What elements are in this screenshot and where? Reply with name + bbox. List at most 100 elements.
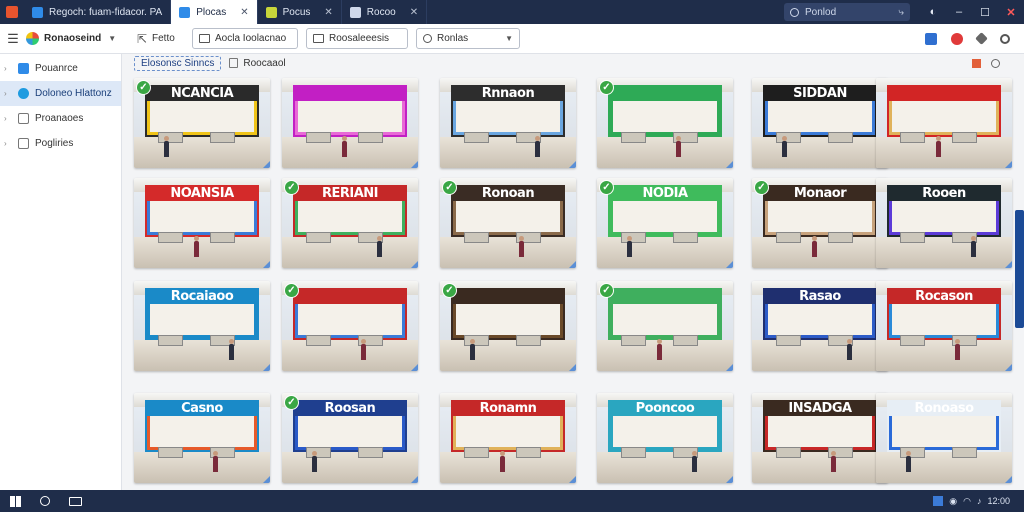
gallery-tile[interactable]: Rnnaon <box>440 78 576 168</box>
tab-3-close-icon[interactable]: ✕ <box>410 7 418 18</box>
gallery-tile[interactable] <box>876 78 1012 168</box>
tab-0[interactable]: Regoch: fuam-fidacor. PA <box>24 0 172 24</box>
check-icon[interactable]: ✓ <box>599 180 614 195</box>
tile-resize-corner-icon <box>411 161 418 168</box>
top-search-input[interactable]: Ponlod ⤷ <box>784 3 910 21</box>
network-icon[interactable]: ◉ <box>949 496 957 507</box>
gallery-tile[interactable]: Ronamn <box>440 393 576 483</box>
tile-store-sign: Pooncoo <box>607 400 723 417</box>
volume-icon[interactable]: ♪ <box>977 496 982 506</box>
toolbar-button-1[interactable]: Aocla Ioolacnao <box>192 28 298 49</box>
toolbar-label[interactable]: Fetto <box>152 33 192 44</box>
tab-2-close-icon[interactable]: ✕ <box>324 7 332 18</box>
gallery-tile[interactable]: ✓ <box>282 281 418 371</box>
globe-icon[interactable]: ◐ <box>920 0 946 24</box>
tile-floor <box>597 452 733 483</box>
record-icon[interactable] <box>951 32 963 45</box>
tab-1[interactable]: Plocas ✕ <box>171 0 258 24</box>
scrollbar-thumb[interactable] <box>1015 210 1024 328</box>
check-icon[interactable]: ✓ <box>284 283 299 298</box>
wifi-icon[interactable]: ◠ <box>963 496 971 507</box>
gallery-tile[interactable]: Ronoan ✓ <box>440 178 576 268</box>
gallery-tile[interactable]: NCANCIA ✓ <box>134 78 270 168</box>
tile-store-sign: Ronamn <box>450 400 566 417</box>
bookmark-icon[interactable]: ⤷ <box>898 7 904 18</box>
clock-text[interactable]: 12:00 <box>987 496 1010 506</box>
toolbar-search-dropdown[interactable]: Ronlas ▼ <box>416 28 520 49</box>
grid-view-icon[interactable] <box>972 58 981 68</box>
minimize-button[interactable]: – <box>946 0 972 24</box>
tile-display-shelf <box>900 232 925 243</box>
system-tray: ◉ ◠ ♪ 12:00 <box>933 496 1024 507</box>
tile-shopper-figure <box>781 136 787 158</box>
tile-resize-corner-icon <box>1005 476 1012 483</box>
check-icon[interactable]: ✓ <box>284 395 299 410</box>
tile-shopper-figure <box>311 451 317 473</box>
check-icon[interactable]: ✓ <box>284 180 299 195</box>
gallery-tile[interactable]: Casno <box>134 393 270 483</box>
check-icon[interactable]: ✓ <box>442 283 457 298</box>
check-icon[interactable]: ✓ <box>599 283 614 298</box>
gallery-tile[interactable]: Rooen <box>876 178 1012 268</box>
tile-shopper-figure <box>656 339 662 361</box>
settings-small-icon[interactable] <box>991 58 1000 68</box>
gallery-tile[interactable]: ✓ <box>597 78 733 168</box>
check-icon[interactable]: ✓ <box>136 80 151 95</box>
toolbar-button-2[interactable]: Roosaleeesis <box>306 28 408 49</box>
breadcrumb[interactable]: Roocaaol <box>229 58 286 69</box>
tile-shopper-figure <box>811 236 817 258</box>
gallery-tile[interactable]: RERIANI ✓ <box>282 178 418 268</box>
collection-filter-pill[interactable]: Elosonsc Sinncs <box>134 55 222 71</box>
tile-store-sign: Ronoaso <box>886 400 1002 417</box>
gallery-tile[interactable]: Monaor ✓ <box>752 178 888 268</box>
check-icon[interactable]: ✓ <box>442 180 457 195</box>
tag-icon[interactable] <box>975 32 988 45</box>
gallery-tile[interactable]: ✓ <box>597 281 733 371</box>
tile-shopper-figure <box>535 136 541 158</box>
gallery-tile[interactable]: Pooncoo <box>597 393 733 483</box>
app-logo-icon[interactable] <box>0 0 24 24</box>
gallery-tile[interactable]: NOANSIA <box>134 178 270 268</box>
tile-floor <box>752 452 888 483</box>
check-icon[interactable]: ✓ <box>754 180 769 195</box>
search-taskbar-button[interactable] <box>30 490 60 512</box>
start-button[interactable] <box>0 490 30 512</box>
tile-resize-corner-icon <box>569 364 576 371</box>
sidebar-item-3[interactable]: › Pogliries <box>0 131 121 156</box>
tile-resize-corner-icon <box>263 476 270 483</box>
account-selector[interactable]: Ronaoseind ▼ <box>26 32 122 45</box>
tile-shopper-figure <box>229 339 235 361</box>
gallery-tile[interactable]: Roosan ✓ <box>282 393 418 483</box>
pointer-icon[interactable]: ⇱ <box>132 32 152 46</box>
gallery-tile[interactable]: Rasao <box>752 281 888 371</box>
gallery-tile[interactable]: Ronoaso <box>876 393 1012 483</box>
gallery-tile[interactable]: Rocason <box>876 281 1012 371</box>
tile-floor <box>752 137 888 168</box>
tab-1-label: Plocas <box>196 6 227 18</box>
hamburger-menu-icon[interactable]: ☰ <box>0 31 26 47</box>
sidebar-item-1-icon <box>18 88 29 99</box>
sidebar-item-0[interactable]: › Pouanrce <box>0 56 121 81</box>
gallery-tile[interactable]: SIDDAN <box>752 78 888 168</box>
tile-floor <box>876 452 1012 483</box>
gallery-tile[interactable] <box>282 78 418 168</box>
close-button[interactable]: ✕ <box>998 0 1024 24</box>
tray-app-icon[interactable] <box>933 496 944 506</box>
settings-icon[interactable] <box>1000 33 1010 44</box>
check-icon[interactable]: ✓ <box>599 80 614 95</box>
maximize-button[interactable]: ☐ <box>972 0 998 24</box>
sidebar-item-2[interactable]: › Proanaoes <box>0 106 121 131</box>
tile-store-sign <box>292 288 408 305</box>
sidebar-item-3-icon <box>18 138 29 149</box>
gallery-tile[interactable]: ✓ <box>440 281 576 371</box>
tab-3[interactable]: Rocoo ✕ <box>342 0 428 24</box>
task-view-button[interactable] <box>60 490 90 512</box>
gallery-tile[interactable]: Rocaiaoo <box>134 281 270 371</box>
gallery-tile[interactable]: INSADGA <box>752 393 888 483</box>
sidebar-item-1[interactable]: › Doloneo Hlattonz <box>0 81 121 106</box>
chevron-right-icon: › <box>4 114 7 123</box>
gallery-tile[interactable]: NODIA ✓ <box>597 178 733 268</box>
tab-1-close-icon[interactable]: ✕ <box>240 7 248 18</box>
tab-2[interactable]: Pocus ✕ <box>258 0 342 24</box>
share-icon[interactable] <box>925 32 937 45</box>
